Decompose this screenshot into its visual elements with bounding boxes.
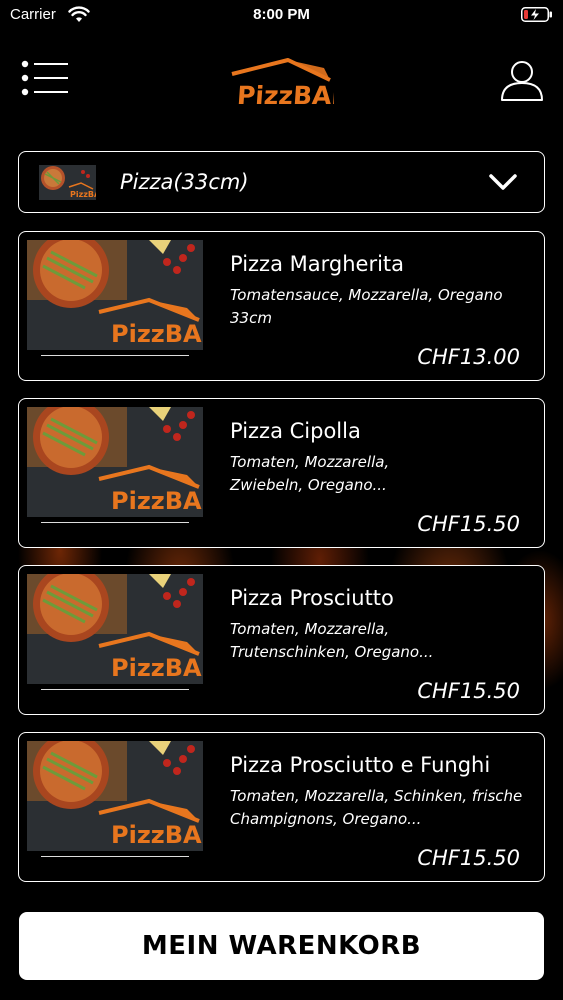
svg-text:PizzBAB: PizzBAB: [111, 320, 203, 348]
product-card-margherita[interactable]: PizzBAB Pizza Margherita Tomatensauce, M…: [18, 231, 545, 381]
category-thumbnail-image: PizzBAB: [39, 165, 96, 200]
product-price: CHF15.50: [417, 679, 520, 703]
cart-button-label: MEIN WARENKORB: [141, 931, 422, 961]
product-description-line: Champignons, Oregano...: [230, 810, 422, 828]
product-description: Tomatensauce, Mozzarella, Oregano 33cm: [230, 284, 535, 330]
product-price: CHF15.50: [417, 846, 520, 870]
product-card-prosciutto-funghi[interactable]: PizzBAB Pizza Prosciutto e Funghi Tomate…: [18, 732, 545, 882]
product-description-line: Tomaten, Mozzarella,: [230, 620, 390, 638]
product-description: Tomaten, Mozzarella, Schinken, frische C…: [230, 785, 535, 831]
svg-text:PizzBAB: PizzBAB: [111, 821, 203, 849]
svg-text:PizzBAB: PizzBAB: [70, 190, 96, 199]
image-underline: [41, 355, 189, 356]
product-description-line: 33cm: [230, 309, 272, 327]
category-dropdown[interactable]: PizzBAB Pizza(33cm): [18, 151, 545, 213]
product-name: Pizza Margherita: [230, 252, 405, 276]
svg-text:PizzBAB: PizzBAB: [111, 487, 203, 515]
product-name: Pizza Prosciutto: [230, 586, 394, 610]
clock: 8:00 PM: [253, 6, 310, 23]
product-image: PizzBAB: [27, 240, 203, 350]
product-name: Pizza Cipolla: [230, 419, 361, 443]
product-price: CHF13.00: [417, 345, 520, 369]
pizzbab-logo: PizzBAB: [231, 58, 334, 110]
product-price: CHF15.50: [417, 512, 520, 536]
product-description: Tomaten, Mozzarella, Trutenschinken, Ore…: [230, 618, 535, 664]
product-description-line: Trutenschinken, Oregano...: [230, 643, 434, 661]
image-underline: [41, 856, 189, 857]
product-card-cipolla[interactable]: PizzBAB Pizza Cipolla Tomaten, Mozzarell…: [18, 398, 545, 548]
product-description-line: Tomaten, Mozzarella, Schinken, frische: [230, 787, 523, 805]
cart-button[interactable]: MEIN WARENKORB: [19, 912, 544, 980]
product-image: PizzBAB: [27, 407, 203, 517]
list-menu-icon[interactable]: [20, 58, 72, 98]
product-description: Tomaten, Mozzarella, Zwiebeln, Oregano..…: [230, 451, 535, 497]
image-underline: [41, 522, 189, 523]
product-description-line: Tomaten, Mozzarella,: [230, 453, 390, 471]
status-bar: Carrier 8:00 PM: [0, 0, 563, 30]
battery-charging-icon: [521, 7, 552, 22]
product-name: Pizza Prosciutto e Funghi: [230, 753, 491, 777]
product-card-prosciutto[interactable]: PizzBAB Pizza Prosciutto Tomaten, Mozzar…: [18, 565, 545, 715]
product-image: PizzBAB: [27, 574, 203, 684]
product-description-line: Tomatensauce, Mozzarella, Oregano: [230, 286, 503, 304]
user-profile-icon[interactable]: [500, 58, 544, 102]
chevron-down-icon: [489, 174, 517, 190]
svg-text:PizzBAB: PizzBAB: [111, 654, 203, 682]
image-underline: [41, 689, 189, 690]
svg-text:PizzBAB: PizzBAB: [236, 81, 334, 110]
category-label: Pizza(33cm): [120, 170, 249, 194]
product-description-line: Zwiebeln, Oregano...: [230, 476, 387, 494]
app-header: PizzBAB: [0, 50, 563, 120]
product-image: PizzBAB: [27, 741, 203, 851]
